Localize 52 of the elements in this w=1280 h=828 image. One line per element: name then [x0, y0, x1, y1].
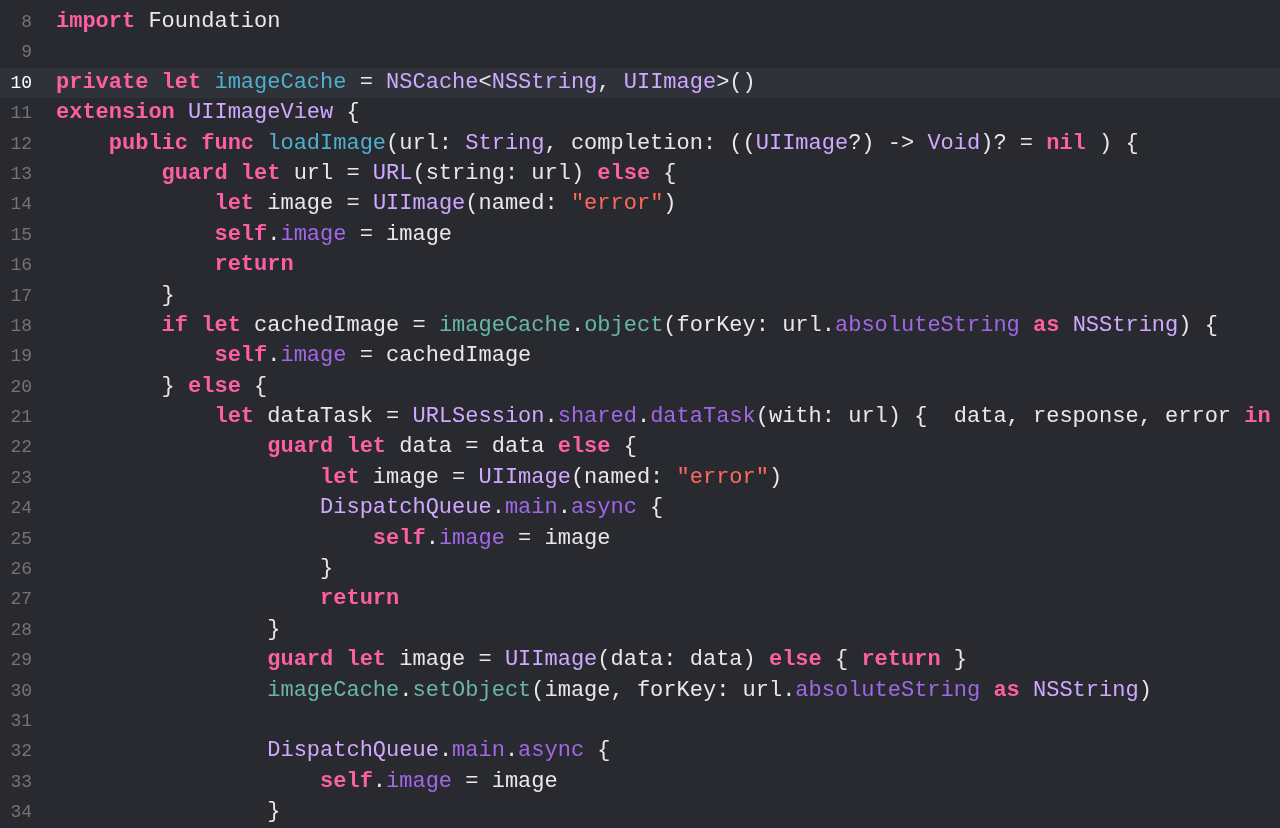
line-number: 9	[20, 41, 32, 65]
code-line: self.image = image	[213, 220, 453, 249]
line-number: 17	[9, 284, 32, 308]
line-number: 24	[9, 497, 32, 521]
code-line: guard let data = data else {	[266, 433, 637, 462]
code-line: DispatchQueue.main.async {	[319, 494, 664, 523]
line-number: 8	[20, 11, 32, 34]
code-line: let dataTask = URLSession.shared.dataTask(with: url) { data, response, error in	[213, 403, 1271, 432]
line-number: 10	[9, 71, 32, 95]
line-number: 25	[9, 527, 32, 551]
code-line: imageCache.setObject(image, forKey: url.absoluteString as NSString)	[266, 676, 1152, 705]
line-number: 30	[9, 679, 32, 703]
code-line: DispatchQueue.main.async {	[266, 737, 611, 766]
line-number: 19	[9, 345, 32, 369]
code-line: }	[160, 281, 175, 310]
code-line: return	[213, 251, 294, 280]
line-number: 20	[9, 375, 32, 399]
line-number: 28	[9, 618, 32, 642]
line-number: 16	[9, 254, 32, 278]
code-line: self.image = cachedImage	[213, 342, 532, 371]
line-number: 14	[9, 193, 32, 217]
line-number: 12	[9, 132, 32, 156]
code-line: if let cachedImage = imageCache.object(forKey: url.absoluteString as NSString) {	[160, 311, 1218, 340]
code-line: } else {	[160, 372, 268, 401]
line-number: 11	[9, 102, 32, 126]
line-number: 31	[9, 710, 32, 733]
line-number: 13	[9, 162, 32, 186]
line-number: 15	[9, 223, 32, 247]
code-line: extension UIImageView {	[56, 99, 360, 128]
line-number: 21	[9, 406, 32, 430]
code-line: return	[319, 585, 400, 614]
line-number: 18	[9, 314, 32, 338]
code-line: guard let image = UIImage(data: data) else { return }	[266, 646, 967, 675]
line-number: 34	[9, 801, 32, 825]
line-number: 26	[9, 558, 32, 582]
code-line: self.image = image	[319, 767, 558, 796]
code-line: }	[266, 798, 281, 827]
line-number: 27	[9, 588, 32, 612]
code-line: import Foundation	[56, 8, 281, 36]
line-number: 32	[9, 740, 32, 764]
code-line: }	[266, 615, 281, 644]
code-line: public func loadImage(url: String, completion: ((UIImage?) -> Void)? = nil ) {	[107, 129, 1139, 158]
code-line: self.image = image	[371, 524, 611, 553]
code-line: guard let url = URL(string: url) else {	[160, 159, 677, 188]
line-number: 33	[9, 770, 32, 794]
code-line: private let imageCache = NSCache<NSString, UIImage>()	[56, 68, 756, 97]
code-line: }	[319, 555, 334, 584]
code-line: let image = UIImage(named: "error")	[213, 190, 677, 219]
code-line: let image = UIImage(named: "error")	[319, 463, 783, 492]
line-number: 22	[9, 436, 32, 460]
line-number: 23	[9, 466, 32, 490]
line-number: 29	[9, 649, 32, 673]
